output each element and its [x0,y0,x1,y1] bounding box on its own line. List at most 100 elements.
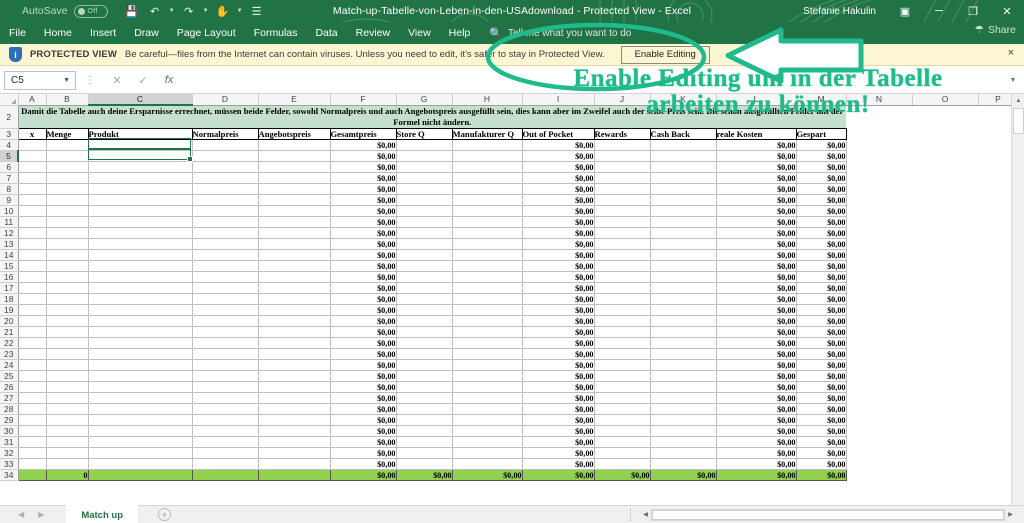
cell-K7[interactable] [650,172,717,184]
cell-D22[interactable] [192,337,259,349]
empty-cell-O13[interactable] [912,238,978,250]
cell-G9[interactable] [396,194,453,206]
empty-cell-O14[interactable] [912,249,978,261]
empty-cell-O29[interactable] [912,414,978,426]
restore-icon[interactable]: ❐ [956,0,990,22]
column-header-b[interactable]: B [46,94,89,106]
empty-cell-N18[interactable] [846,293,912,305]
close-icon[interactable]: ✕ [990,0,1024,22]
row-header-20[interactable]: 20 [0,315,19,327]
row-header-33[interactable]: 33 [0,458,19,470]
spreadsheet-grid[interactable]: A B C D E F G H I J K L M N O P 2 Damit die Tabelle auch … [0,94,1024,505]
cell-F31[interactable]: $0,00 [330,436,397,448]
empty-cell-O28[interactable] [912,403,978,415]
empty-cell-N29[interactable] [846,414,912,426]
cell-M17[interactable]: $0,00 [796,282,847,294]
cell-G16[interactable] [396,271,453,283]
cell-L19[interactable]: $0,00 [716,304,797,316]
cell-K6[interactable] [650,161,717,173]
cell-J32[interactable] [594,447,651,459]
cell-G31[interactable] [396,436,453,448]
cell-L11[interactable]: $0,00 [716,216,797,228]
cell-J8[interactable] [594,183,651,195]
cell-L12[interactable]: $0,00 [716,227,797,239]
column-header-d[interactable]: D [192,94,259,106]
cell-D20[interactable] [192,315,259,327]
cell-A6[interactable] [18,161,47,173]
cell-A22[interactable] [18,337,47,349]
cell-F27[interactable]: $0,00 [330,392,397,404]
cell-D16[interactable] [192,271,259,283]
cell-G8[interactable] [396,183,453,195]
cell-E32[interactable] [258,447,331,459]
minimize-icon[interactable]: ─ [922,0,956,22]
total-cell-D[interactable] [192,469,259,481]
row-header-14[interactable]: 14 [0,249,19,261]
cell-L22[interactable]: $0,00 [716,337,797,349]
cell-E28[interactable] [258,403,331,415]
cell-M9[interactable]: $0,00 [796,194,847,206]
tell-me-search[interactable]: 🔍 Tell me what you want to do [489,27,631,40]
cell-A8[interactable] [18,183,47,195]
cell-D17[interactable] [192,282,259,294]
column-title-l[interactable]: reale Kosten [715,128,797,140]
cell-K14[interactable] [650,249,717,261]
cell-D24[interactable] [192,359,259,371]
empty-cell-N11[interactable] [846,216,912,228]
cell-I28[interactable]: $0,00 [522,403,595,415]
cell-E23[interactable] [258,348,331,360]
cell-M21[interactable]: $0,00 [796,326,847,338]
row-header-32[interactable]: 32 [0,447,19,459]
cell-K5[interactable] [650,150,717,162]
cell-A26[interactable] [18,381,47,393]
cell-A31[interactable] [18,436,47,448]
cell-A10[interactable] [18,205,47,217]
cell-A27[interactable] [18,392,47,404]
cell-L23[interactable]: $0,00 [716,348,797,360]
cell-K33[interactable] [650,458,717,470]
cell-H16[interactable] [452,271,523,283]
total-cell-L[interactable]: $0,00 [716,469,797,481]
row-header-3[interactable]: 3 [0,128,19,140]
cell-A17[interactable] [18,282,47,294]
cell-G17[interactable] [396,282,453,294]
cell-C25[interactable] [88,370,193,382]
cell-E15[interactable] [258,260,331,272]
cell-H12[interactable] [452,227,523,239]
cell-F5[interactable]: $0,00 [330,150,397,162]
tab-help[interactable]: Help [440,22,480,44]
empty-cell-O17[interactable] [912,282,978,294]
cell-I25[interactable]: $0,00 [522,370,595,382]
empty-cell-O18[interactable] [912,293,978,305]
cell-J11[interactable] [594,216,651,228]
cell-H25[interactable] [452,370,523,382]
cell-F21[interactable]: $0,00 [330,326,397,338]
cell-C22[interactable] [88,337,193,349]
cell-D21[interactable] [192,326,259,338]
cell-E19[interactable] [258,304,331,316]
cell-G7[interactable] [396,172,453,184]
cell-C9[interactable] [88,194,193,206]
cell-H29[interactable] [452,414,523,426]
cell-F16[interactable]: $0,00 [330,271,397,283]
cell-A14[interactable] [18,249,47,261]
cell-A4[interactable] [18,139,47,151]
row-header-24[interactable]: 24 [0,359,19,371]
select-all-corner[interactable] [0,94,19,106]
cell-I33[interactable]: $0,00 [522,458,595,470]
cell-C4[interactable] [88,139,193,151]
cell-H11[interactable] [452,216,523,228]
cell-I27[interactable]: $0,00 [522,392,595,404]
cell-G28[interactable] [396,403,453,415]
row-header-28[interactable]: 28 [0,403,19,415]
cell-E31[interactable] [258,436,331,448]
cell-C12[interactable] [88,227,193,239]
cell-B24[interactable] [46,359,89,371]
scroll-left-icon[interactable]: ◀ [640,508,651,521]
next-sheet-icon[interactable]: ▶ [38,510,44,519]
cell-E20[interactable] [258,315,331,327]
cell-J18[interactable] [594,293,651,305]
cell-F13[interactable]: $0,00 [330,238,397,250]
cell-L6[interactable]: $0,00 [716,161,797,173]
cell-G22[interactable] [396,337,453,349]
